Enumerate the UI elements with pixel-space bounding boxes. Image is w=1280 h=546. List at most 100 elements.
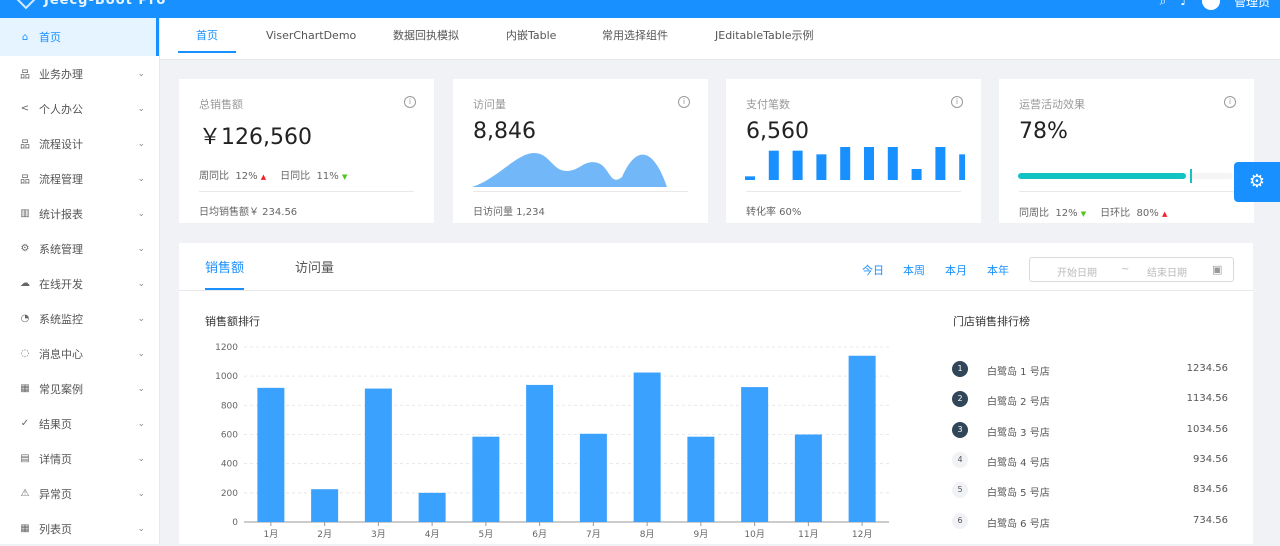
sales-bar-chart: 0 200 400 600 800 1000 1200 1月 2月 3月 4月 5月 6月 7月 8月 9月 1… — [215, 343, 889, 540]
tab-sales[interactable]: 销售额 — [205, 243, 245, 290]
sidebar-item[interactable]: 品流程设计 ⌄ — [0, 126, 159, 161]
bar[interactable] — [257, 387, 285, 522]
x-tick-label: 3月 — [371, 529, 386, 540]
dashboard-icon: ◔ — [20, 313, 30, 324]
bar[interactable] — [848, 355, 876, 522]
sidebar-item-label: 统计报表 — [39, 207, 83, 221]
rank-number: 4 — [952, 451, 968, 468]
range-today[interactable]: 今日 — [862, 262, 884, 278]
cluster-icon: 品 — [20, 140, 30, 151]
message-icon: ◌ — [20, 348, 30, 359]
sidebar-item[interactable]: 品流程管理 ⌄ — [0, 161, 159, 196]
store-name: 白鹭岛 1 号店 — [987, 367, 1050, 378]
card-value: 6,560 — [746, 119, 809, 144]
cloud-icon: ☁ — [20, 278, 30, 289]
stat-card: 运营活动效果 i 78% 同周比 12% ▼ 日环比 80% ▲ — [999, 79, 1254, 223]
y-tick-label: 800 — [221, 401, 238, 411]
range-month[interactable]: 本月 — [945, 262, 967, 278]
tab-item[interactable]: 首页 — [178, 18, 236, 53]
calendar-icon: ▣ — [1212, 263, 1223, 276]
sidebar-item-label: 业务办理 — [39, 67, 83, 81]
stat-card: 支付笔数 i 6,560 转化率 60% — [726, 79, 981, 223]
gear-icon: ⚙ — [1248, 171, 1266, 192]
tab-visits[interactable]: 访问量 — [295, 243, 334, 290]
wow-label: 同周比 — [1019, 208, 1049, 219]
bar[interactable] — [311, 489, 339, 522]
rank-number: 5 — [952, 482, 968, 499]
brand-title: Jeecg-Boot Pro — [44, 0, 167, 8]
tab-item[interactable]: 常用选择组件 — [584, 18, 686, 53]
bar[interactable] — [687, 436, 715, 522]
search-icon[interactable]: ⌕ — [1160, 0, 1167, 9]
sidebar-item-label: 在线开发 — [39, 277, 83, 291]
store-value: 1034.56 — [1186, 423, 1228, 435]
bar[interactable] — [472, 436, 500, 522]
tab-item[interactable]: 内嵌Table — [488, 18, 574, 53]
info-icon[interactable]: i — [404, 96, 416, 108]
x-tick-label: 4月 — [425, 529, 440, 540]
info-icon[interactable]: i — [951, 96, 963, 108]
range-year[interactable]: 本年 — [987, 262, 1009, 278]
sidebar-item[interactable]: ✓ 结果页 ⌄ — [0, 406, 159, 441]
card-value: 8,846 — [473, 119, 536, 144]
setting-icon: ⚙ — [20, 243, 30, 254]
ranking-item: 5 白鹭岛 5 号店 834.56 — [952, 480, 1228, 500]
card-footer: 日访问量 1,234 — [473, 207, 545, 218]
bar[interactable] — [741, 387, 769, 522]
date-separator: ~ — [1121, 264, 1130, 275]
user-name[interactable]: 管理员 — [1234, 0, 1270, 10]
sidebar-item[interactable]: ⚙ 系统管理 ⌄ — [0, 231, 159, 266]
sidebar-item-label: 流程设计 — [39, 137, 83, 151]
qrcode-icon: ▦ — [20, 383, 30, 394]
bar[interactable] — [794, 434, 822, 523]
progress-bar — [1018, 169, 1233, 183]
setting-drawer-button[interactable]: ⚙ — [1234, 162, 1280, 202]
bar[interactable] — [418, 492, 446, 522]
y-tick-label: 1000 — [215, 372, 238, 382]
tab-item[interactable]: 数据回执模拟 — [375, 18, 477, 53]
y-tick-label: 600 — [221, 431, 238, 441]
tab-item[interactable]: ViserChartDemo — [248, 18, 374, 53]
sidebar-item[interactable]: ▦ 列表页 ⌄ — [0, 511, 159, 546]
sidebar-item[interactable]: ⌂ 首页 — [0, 18, 159, 56]
sidebar-item-label: 系统管理 — [39, 242, 83, 256]
x-tick-label: 5月 — [479, 529, 494, 540]
sidebar-item[interactable]: 品业务办理 ⌄ — [0, 56, 159, 91]
caret-up-icon: ▲ — [260, 173, 267, 181]
bell-icon[interactable]: ♪ — [1180, 0, 1188, 8]
sidebar-item[interactable]: < 个人办公 ⌄ — [0, 91, 159, 126]
sidebar-item[interactable]: ▥ 统计报表 ⌄ — [0, 196, 159, 231]
rank-number: 1 — [952, 361, 968, 377]
cluster-icon: 品 — [20, 175, 30, 186]
sidebar-item-label: 列表页 — [39, 522, 72, 536]
sidebar-item-label: 异常页 — [39, 487, 72, 501]
caret-down-icon: ▼ — [341, 173, 348, 181]
avatar[interactable] — [1201, 0, 1220, 10]
sidebar-item[interactable]: ▤ 详情页 ⌄ — [0, 441, 159, 476]
tab-item[interactable]: JEditableTable示例 — [697, 18, 832, 53]
sidebar-item[interactable]: ☁ 在线开发 ⌄ — [0, 266, 159, 301]
x-tick-label: 1月 — [264, 529, 279, 540]
date-range-picker[interactable]: 开始日期 ~ 结束日期 ▣ — [1029, 257, 1234, 282]
chevron-down-icon: ⌄ — [137, 453, 145, 464]
bar[interactable] — [526, 384, 554, 522]
bar[interactable] — [364, 388, 392, 522]
mini-bar — [745, 176, 755, 180]
info-icon[interactable]: i — [1224, 96, 1236, 108]
info-icon[interactable]: i — [678, 96, 690, 108]
progress-target-marker — [1190, 169, 1192, 183]
sidebar-item-label: 消息中心 — [39, 347, 83, 361]
range-week[interactable]: 本周 — [903, 262, 925, 278]
sidebar-item[interactable]: ◔ 系统监控 ⌄ — [0, 301, 159, 336]
bar[interactable] — [633, 372, 661, 522]
mini-bar — [911, 169, 922, 180]
ranking-item: 3 白鹭岛 3 号店 1034.56 — [952, 420, 1228, 440]
bar[interactable] — [579, 433, 607, 522]
caret-down-icon: ▼ — [1080, 210, 1087, 218]
mini-bar — [840, 147, 851, 180]
sidebar-item[interactable]: ⚠ 异常页 ⌄ — [0, 476, 159, 511]
logo-icon — [14, 0, 38, 10]
sidebar-item[interactable]: ◌ 消息中心 ⌄ — [0, 336, 159, 371]
panel-divider — [179, 290, 1253, 291]
sidebar-item[interactable]: ▦ 常见案例 ⌄ — [0, 371, 159, 406]
